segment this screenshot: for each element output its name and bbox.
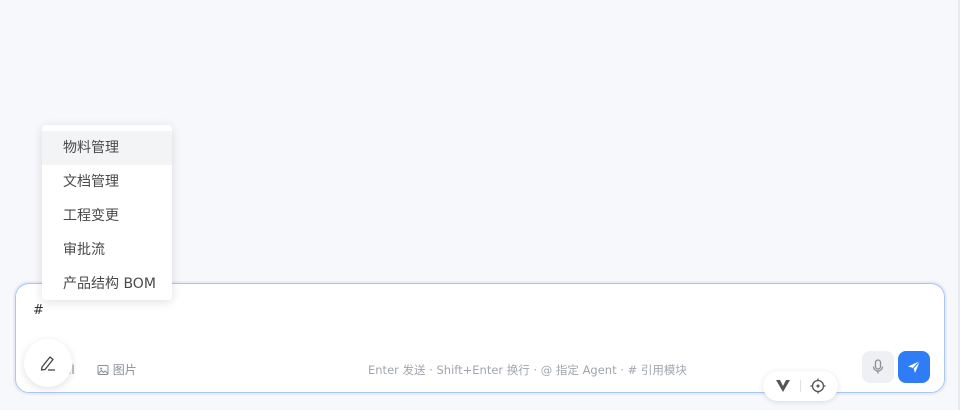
dropdown-item-approval-flow[interactable]: 审批流 bbox=[42, 233, 172, 267]
keyboard-hint: Enter 发送 · Shift+Enter 换行 · @ 指定 Agent ·… bbox=[368, 363, 687, 377]
image-icon bbox=[97, 364, 109, 375]
module-reference-dropdown: 物料管理 文档管理 工程变更 审批流 产品结构 BOM bbox=[42, 125, 172, 300]
send-icon bbox=[908, 360, 921, 373]
target-icon[interactable] bbox=[810, 378, 826, 394]
dropdown-item-document[interactable]: 文档管理 bbox=[42, 165, 172, 199]
floating-tool-pill bbox=[763, 371, 838, 401]
pen-icon bbox=[40, 356, 55, 371]
mic-icon bbox=[872, 359, 884, 374]
image-label: 图片 bbox=[112, 363, 137, 377]
pill-divider bbox=[799, 380, 801, 392]
voice-input-button[interactable] bbox=[862, 351, 894, 383]
composer-toolbar: el 图片 bbox=[64, 361, 137, 378]
logo-v-icon[interactable] bbox=[775, 379, 791, 393]
image-button[interactable]: 图片 bbox=[97, 361, 137, 378]
send-button[interactable] bbox=[898, 351, 930, 383]
page: # el 图片 Enter 发送 · Shift+Enter 换行 · @ 指定… bbox=[0, 0, 960, 410]
dropdown-item-bom[interactable]: 产品结构 BOM bbox=[42, 267, 172, 301]
dropdown-item-engineering-change[interactable]: 工程变更 bbox=[42, 199, 172, 233]
dropdown-item-material[interactable]: 物料管理 bbox=[42, 131, 172, 165]
edit-fab-button[interactable] bbox=[24, 339, 72, 387]
composer-input[interactable]: # bbox=[33, 303, 44, 318]
